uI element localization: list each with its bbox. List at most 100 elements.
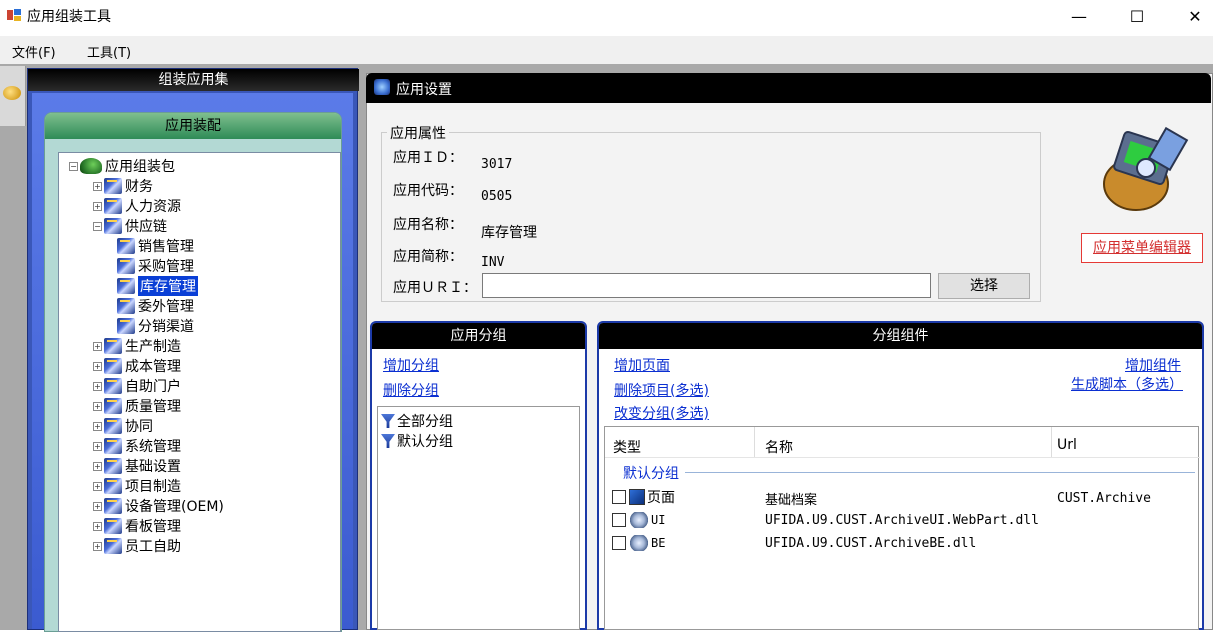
tree-item-purchase[interactable]: 采购管理: [117, 256, 194, 276]
app-uri-label: 应用ＵＲＩ：: [393, 280, 477, 296]
generate-script-link[interactable]: 生成脚本（多选）: [1071, 374, 1183, 394]
module-icon: [117, 238, 135, 254]
tree-item-inventory[interactable]: 库存管理: [117, 276, 198, 296]
menu-file[interactable]: 文件(F): [12, 42, 56, 61]
expand-icon[interactable]: +: [93, 481, 102, 491]
app-code-label: 应用代码：: [393, 183, 463, 199]
tree-item-equipment[interactable]: + 设备管理(OEM): [93, 496, 224, 516]
row-checkbox[interactable]: [612, 536, 626, 550]
filter-icon: [381, 434, 395, 448]
tree-item-label: 生产制造: [125, 339, 181, 355]
table-row[interactable]: 页面: [612, 487, 675, 507]
dock-strip: [0, 66, 26, 126]
tree-item-collab[interactable]: + 协同: [93, 416, 153, 436]
app-short-value: INV: [481, 255, 505, 270]
module-icon: [104, 538, 122, 554]
column-divider[interactable]: [1051, 427, 1052, 457]
tree-item-basic[interactable]: + 基础设置: [93, 456, 181, 476]
column-divider[interactable]: [754, 427, 755, 457]
tree-item-kanban[interactable]: + 看板管理: [93, 516, 181, 536]
collapse-icon[interactable]: −: [93, 221, 102, 231]
menu-tools[interactable]: 工具(T): [87, 42, 131, 61]
assembly-set-title: 组装应用集: [28, 69, 359, 91]
tree-item-system[interactable]: + 系统管理: [93, 436, 181, 456]
group-item-all[interactable]: 全部分组: [381, 411, 453, 431]
expand-icon[interactable]: +: [93, 201, 102, 211]
app-settings-header: 应用设置: [366, 73, 1211, 103]
table-row[interactable]: UI: [612, 510, 665, 530]
add-page-link[interactable]: 增加页面: [614, 355, 670, 375]
expand-icon[interactable]: +: [93, 361, 102, 371]
column-url[interactable]: Url: [1057, 437, 1077, 453]
package-icon: [80, 158, 102, 174]
app-name-label: 应用名称：: [393, 217, 463, 233]
expand-icon[interactable]: +: [93, 441, 102, 451]
maximize-button[interactable]: ☐: [1114, 0, 1160, 32]
expand-icon[interactable]: +: [93, 521, 102, 531]
module-icon: [104, 418, 122, 434]
component-icon: [629, 512, 649, 528]
add-component-link[interactable]: 增加组件: [1125, 355, 1181, 375]
tree-item-employee[interactable]: + 员工自助: [93, 536, 181, 556]
tree-item-label: 供应链: [125, 219, 167, 235]
tree-item-label: 人力资源: [125, 199, 181, 215]
menubar: 文件(F) 工具(T): [0, 36, 1213, 64]
choose-button[interactable]: 选择: [938, 273, 1030, 299]
tree-item-quality[interactable]: + 质量管理: [93, 396, 181, 416]
change-group-link[interactable]: 改变分组(多选): [614, 403, 709, 423]
module-icon: [104, 518, 122, 534]
group-item-default[interactable]: 默认分组: [381, 431, 453, 451]
tree-item-self-portal[interactable]: + 自助门户: [93, 376, 181, 396]
tree-item-finance[interactable]: + 财务: [93, 176, 153, 196]
module-icon: [104, 178, 122, 194]
row-name: 基础档案: [765, 493, 818, 508]
delete-group-link[interactable]: 删除分组: [383, 380, 439, 400]
tree-item-hr[interactable]: + 人力资源: [93, 196, 181, 216]
app-uri-input[interactable]: [482, 273, 931, 298]
coin-icon[interactable]: [3, 86, 21, 100]
tree-item-supply-chain[interactable]: − 供应链: [93, 216, 167, 236]
tree-item-cost[interactable]: + 成本管理: [93, 356, 181, 376]
tree-item-manufacturing[interactable]: + 生产制造: [93, 336, 181, 356]
module-icon: [117, 278, 135, 294]
delete-items-link[interactable]: 删除项目(多选): [614, 380, 709, 400]
tree-item-outsourcing[interactable]: 委外管理: [117, 296, 194, 316]
app-tree: − 应用组装包 + 财务 + 人力资源 − 供应链 销售管理 采购管理 库存管理…: [58, 152, 341, 632]
collapse-icon[interactable]: −: [69, 161, 78, 171]
close-button[interactable]: ✕: [1172, 0, 1213, 32]
app-short-label: 应用简称：: [393, 249, 463, 265]
module-icon: [104, 398, 122, 414]
tree-item-project[interactable]: + 项目制造: [93, 476, 181, 496]
expand-icon[interactable]: +: [93, 461, 102, 471]
table-row[interactable]: BE: [612, 533, 665, 553]
tree-item-distribution[interactable]: 分销渠道: [117, 316, 194, 336]
app-id-label: 应用ＩＤ：: [393, 150, 463, 166]
component-icon: [629, 535, 649, 551]
module-icon: [117, 298, 135, 314]
row-checkbox[interactable]: [612, 490, 626, 504]
add-group-link[interactable]: 增加分组: [383, 355, 439, 375]
expand-icon[interactable]: +: [93, 421, 102, 431]
column-name[interactable]: 名称: [765, 437, 793, 457]
expand-icon[interactable]: +: [93, 181, 102, 191]
menu-editor-link[interactable]: 应用菜单编辑器: [1081, 233, 1203, 263]
tree-item-label: 基础设置: [125, 459, 181, 475]
expand-icon[interactable]: +: [93, 381, 102, 391]
module-icon: [104, 378, 122, 394]
window-title: 应用组装工具: [27, 9, 111, 25]
expand-icon[interactable]: +: [93, 501, 102, 511]
group-item-label: 全部分组: [397, 414, 453, 430]
tree-item-label-selected: 库存管理: [138, 276, 198, 296]
minimize-button[interactable]: —: [1056, 0, 1102, 32]
row-checkbox[interactable]: [612, 513, 626, 527]
filter-icon: [381, 414, 395, 428]
header-divider: [605, 457, 1200, 458]
tree-item-sales[interactable]: 销售管理: [117, 236, 194, 256]
group-caption-line: [685, 472, 1195, 473]
column-type[interactable]: 类型: [613, 437, 641, 457]
expand-icon[interactable]: +: [93, 401, 102, 411]
expand-icon[interactable]: +: [93, 541, 102, 551]
group-caption: 默认分组: [623, 466, 679, 482]
tree-root[interactable]: − 应用组装包: [69, 156, 175, 176]
expand-icon[interactable]: +: [93, 341, 102, 351]
